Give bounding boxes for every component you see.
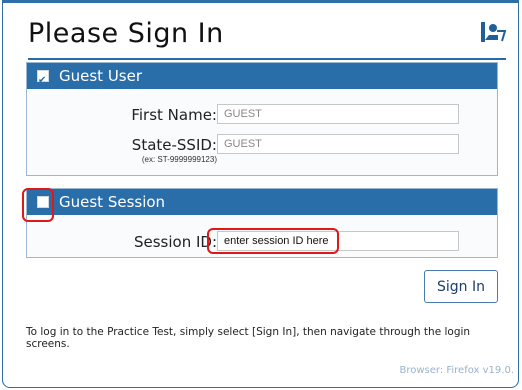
- guest-user-panel: Guest User First Name: GUEST State-SSID:…: [26, 62, 498, 176]
- first-name-row: First Name: GUEST: [27, 104, 497, 126]
- browser-info: Browser: Firefox v19.0.: [399, 365, 514, 376]
- reading-person-logo-icon: [481, 22, 506, 42]
- session-id-label: Session ID:: [133, 233, 217, 251]
- checkbox-highlight: [22, 188, 54, 222]
- page-title: Please Sign In: [28, 18, 224, 49]
- ssid-row: State-SSID: GUEST (ex: ST-9999999123): [27, 134, 497, 164]
- ssid-label: State-SSID:: [131, 136, 217, 154]
- ssid-field[interactable]: GUEST: [217, 134, 459, 154]
- first-name-field[interactable]: GUEST: [217, 104, 459, 124]
- sign-in-button[interactable]: Sign In: [424, 270, 498, 303]
- ssid-hint: (ex: ST-9999999123): [141, 155, 217, 164]
- first-name-label: First Name:: [131, 106, 217, 124]
- guest-user-header: Guest User: [27, 63, 497, 94]
- sign-in-header: Please Sign In: [28, 18, 506, 60]
- instructions-text: To log in to the Practice Test, simply s…: [26, 326, 471, 350]
- guest-user-checkbox[interactable]: [37, 68, 49, 94]
- session-id-highlight: [207, 228, 339, 254]
- guest-user-label: Guest User: [59, 67, 143, 85]
- guest-session-label: Guest Session: [59, 193, 166, 211]
- guest-session-header: Guest Session: [27, 189, 497, 215]
